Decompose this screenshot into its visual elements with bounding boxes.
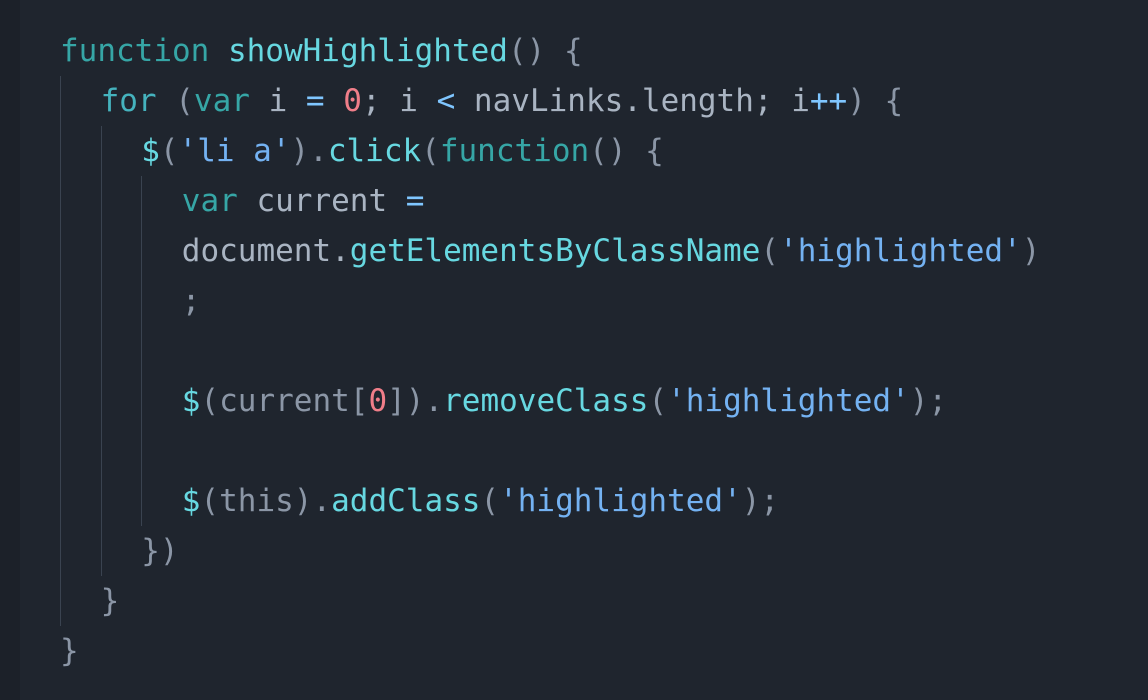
editor-gutter: [0, 0, 20, 700]
code-token: ; i: [361, 83, 437, 119]
code-area[interactable]: function showHighlighted() {for (var i =…: [60, 26, 1040, 676]
code-token: i: [249, 83, 306, 119]
code-token: ++: [809, 83, 848, 119]
code-token: navLinks.length; i: [455, 83, 810, 119]
code-token: (: [159, 133, 179, 169]
code-token: }): [141, 533, 179, 569]
code-token: getElementsByClassName: [349, 233, 761, 269]
code-token: removeClass: [443, 383, 649, 419]
code-line[interactable]: }: [60, 576, 1040, 626]
code-token: addClass: [331, 483, 481, 519]
code-token: ) {: [847, 83, 904, 119]
code-token: 'highlighted': [667, 383, 910, 419]
indent-guide: [60, 76, 61, 626]
code-token: function: [60, 33, 210, 69]
code-line[interactable]: var current =: [60, 176, 1040, 226]
code-token: (: [421, 133, 440, 169]
code-editor[interactable]: function showHighlighted() {for (var i =…: [0, 0, 1148, 700]
code-token: (: [648, 383, 668, 419]
code-token: showHighlighted: [227, 33, 508, 69]
code-token: }: [60, 633, 79, 669]
code-token: (: [480, 483, 500, 519]
code-token: var: [193, 83, 250, 119]
code-token: $: [181, 383, 201, 419]
code-token: (: [156, 83, 194, 119]
code-token: ).: [290, 133, 328, 169]
code-token: var: [181, 183, 238, 219]
code-line[interactable]: }): [60, 526, 1040, 576]
code-line[interactable]: $(current[0]).removeClass('highlighted')…: [60, 376, 1040, 426]
code-line[interactable]: for (var i = 0; i < navLinks.length; i++…: [60, 76, 1040, 126]
code-token: }: [100, 583, 120, 619]
code-token: ): [1021, 233, 1041, 269]
code-token: () {: [589, 133, 664, 169]
code-token: function: [439, 133, 590, 169]
code-token: document.: [181, 233, 350, 269]
code-token: (): [507, 33, 546, 69]
code-token: 0: [343, 83, 362, 119]
code-token: ;: [181, 283, 201, 319]
code-line[interactable]: [60, 326, 1040, 376]
code-token: $: [141, 133, 160, 169]
indent-guide: [141, 176, 143, 526]
code-line[interactable]: [60, 426, 1040, 476]
code-token: 'li a': [178, 133, 291, 169]
code-token: (this).: [200, 483, 332, 519]
code-token: click: [327, 133, 422, 169]
code-token: <: [436, 83, 456, 119]
code-token: (current[: [200, 383, 369, 419]
code-token: );: [741, 483, 780, 519]
code-token: {: [545, 33, 583, 69]
code-token: =: [405, 183, 425, 219]
code-token: );: [909, 383, 948, 419]
code-line[interactable]: function showHighlighted() {: [60, 26, 1040, 76]
code-token: ]).: [387, 383, 444, 419]
code-token: =: [305, 83, 325, 119]
code-token: current: [237, 183, 406, 219]
code-token: (: [760, 233, 780, 269]
code-token: 0: [368, 383, 388, 419]
code-line[interactable]: $(this).addClass('highlighted');: [60, 476, 1040, 526]
code-token: for: [100, 83, 157, 119]
code-line[interactable]: ;: [60, 276, 1040, 326]
code-token: 'highlighted': [779, 233, 1022, 269]
code-token: $: [181, 483, 201, 519]
code-token: 'highlighted': [499, 483, 742, 519]
code-line[interactable]: }: [60, 626, 1040, 676]
indent-guide: [100, 126, 102, 576]
code-line[interactable]: $('li a').click(function() {: [60, 126, 1040, 176]
code-line[interactable]: document.getElementsByClassName('highlig…: [60, 226, 1041, 276]
